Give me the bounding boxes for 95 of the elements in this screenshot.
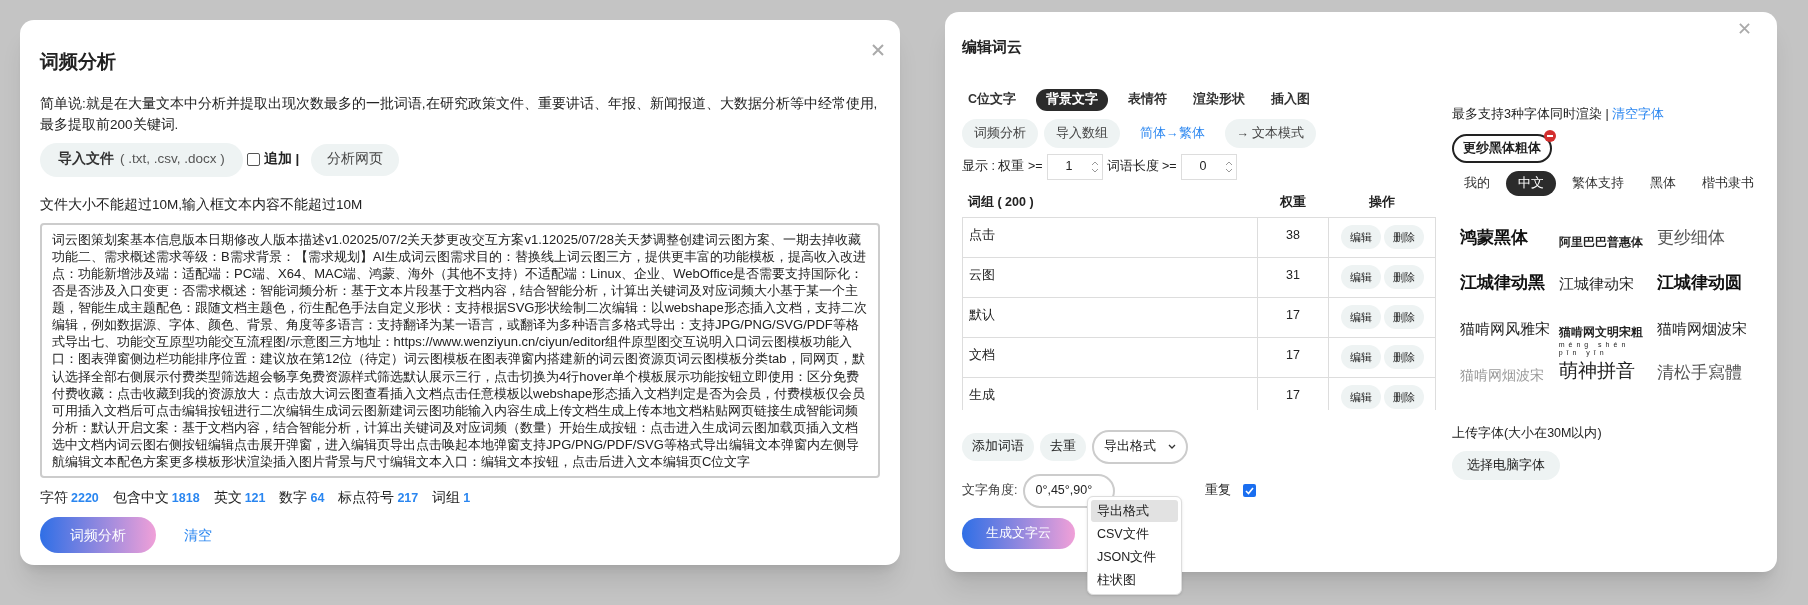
close-icon[interactable] [1739,23,1750,34]
spinner-icon[interactable] [1224,159,1233,174]
append-label: 追加 | [263,150,300,169]
font-category-tab[interactable]: 中文 [1506,170,1556,196]
stat-value: 2220 [71,489,99,507]
weight-number-field[interactable]: 1 [1046,153,1103,180]
checkbox[interactable] [1243,484,1257,497]
table-cell: 默认 [962,297,1257,338]
delete-button[interactable]: 删除 [1383,385,1424,409]
checkbox[interactable] [246,153,260,166]
upload-font-label: 上传字体(大小在30M以内) [1452,424,1603,442]
delete-button[interactable]: 删除 [1383,225,1424,249]
tab[interactable]: 表情符 [1122,88,1174,111]
stat-value: 64 [310,489,325,507]
table-cell: 31 [1257,257,1328,298]
table-cell: 云图 [962,257,1257,298]
font-preview[interactable]: 江城律动宋 [1558,273,1654,296]
choose-font-button[interactable]: 选择电脑字体 [1452,450,1560,480]
length-number-field[interactable]: 0 [1180,153,1237,180]
tab[interactable]: 渲染形状 [1187,88,1252,111]
stat-label: 词组 [432,489,461,508]
export-format-select[interactable]: 导出格式 [1092,429,1188,464]
add-word-button[interactable]: 添加词语 [962,432,1034,461]
font-preview[interactable]: 江城律动圆 [1657,270,1752,296]
stat-value: 1818 [171,489,200,507]
font-preview[interactable]: 更纱细体 [1657,225,1752,251]
font-category-tab[interactable]: 繁体支持 [1562,170,1634,196]
menu-option[interactable]: CSV文件 [1091,523,1178,545]
table-cell: 17 [1257,377,1328,410]
table-cell: 38 [1257,217,1328,258]
clear-fonts-link[interactable]: 清空字体 [1611,105,1664,124]
dialog-title: 编辑词云 [962,37,1023,57]
font-category-tab[interactable]: 黑体 [1640,170,1686,196]
close-icon[interactable] [872,44,884,56]
action-button[interactable]: 导入数组 [1044,118,1120,148]
table-cell: 点击 [962,217,1257,258]
remove-icon[interactable] [1544,129,1556,142]
action-button[interactable]: → 文本模式 [1224,118,1317,148]
stat-label: 包含中文 [112,489,169,508]
delete-button[interactable]: 删除 [1383,305,1424,329]
font-preview[interactable]: 江城律动黑 [1460,270,1555,296]
chevron-down-icon [1168,444,1176,449]
font-preview[interactable]: 猫啃网烟波宋 [1657,318,1752,341]
font-preview[interactable]: 萌神拼音 [1558,357,1654,386]
edit-button[interactable]: 编辑 [1340,345,1381,369]
stat-label: 字符 [40,489,68,508]
delete-button[interactable]: 删除 [1383,345,1424,369]
table-cell: 17 [1257,297,1328,338]
column-header: 操作 [1368,193,1396,211]
spinner-icon[interactable] [1090,159,1099,174]
stat-label: 英文 [213,489,242,508]
size-note: 文件大小不能超过10M,输入框文本内容不能超过10M [40,195,364,214]
checkmark-icon [1245,486,1255,495]
font-preview[interactable]: 猫啃网文明宋粗 [1558,323,1654,341]
length-filter-label: 词语长度 >= [1106,158,1177,176]
font-category-tab[interactable]: 我的 [1454,170,1500,196]
tab[interactable]: C位文字 [962,88,1023,111]
weight-filter-label: 显示 : 权重 >= [962,158,1043,176]
edit-button[interactable]: 编辑 [1340,265,1381,289]
menu-option[interactable]: JSON文件 [1091,546,1178,568]
column-header: 权重 [1278,193,1307,211]
font-category-tab[interactable]: 楷书隶书 [1692,170,1764,196]
font-preview[interactable]: 猫啃网风雅宋 [1460,318,1555,341]
stat-value: 1 [463,489,471,507]
menu-option[interactable]: 导出格式 [1091,500,1178,522]
stat-label: 标点符号 [338,489,395,508]
analyze-webpage-button[interactable]: 分析网页 [311,143,400,176]
angle-label: 文字角度: [962,482,1018,500]
text-input[interactable]: 词云图策划案基本信息版本日期修改人版本描述v1.02025/07/2关天梦更改交互方案v1.12025/07/28关天梦调整创建词云图方案、一期去掉收藏功能二、需求概述需求等级：B需求背景：【需求规划】AI生成词云图需求目的：替换线上词云图三方，提供更丰富的功能模板，提高收入改进点：功能新增涉及端：适配端：PC端、X64、MAC端、鸿蒙、海外（其他不支持）不适配端：Linux、企业、WebOffice是否需要支持国际化：否是否涉及入口变更：否需求概述：智能词频分析：基于文本片段基于文档内容，结合智能分析，计算出关键词及对应词频大小基于某一个主题，智能生成主题配色：跟随文档主题色，衍生配色手法自定义形状：支持根据SVG形状绘制二次编辑：以webshape形态插入文档，支持二次编辑，例如数据源、字体、颜色、背景、角度等多语言：支持翻译为某一语言，或翻译为多种语言多格式导出：支持JPG/PNG/SVG/PDF等格式导出七、功能交互原型功能交互流程图/示意图三方地址：https://www.wenziyun.cn/ciyun/editor组件原型图交互说明入口词云图模板功能入口：图表弹窗侧边栏功能排序位置：建议放在第12位（待定）词云图模板在图表弹窗内搭建新的词云图资源页词云图模板分类tab，同网页，默认选择全部右侧展示付费类型筛选超会畅享免费资源样式筛选默认展示三行，点击切换为4行hover单个模板展示功能按钮立即使用：区分免费付费收藏：点击收藏到我的资源放大：点击放大词云图查看插入文档点击任意模板以webshape形态插入文档判定是否为会员，付费模板仅会员可用插入文档后可点击编辑按钮进行二次编辑生成词云图新建词云图功能输入内容生成上传文档生成上传本地文档粘贴网页链接生成智能词频分析：默认开启文案：基于文档内容，结合智能分析，计算出关键词及对应词频（数量）开始生成按钮：点击进入生成词云图加载页插入文档选中文档内词云图右侧按钮编辑点击展开弹窗，进入编辑页导出点击唤起本地弹窗支持JPG/PNG/PDF/SVG等格式导出编辑文本弹窗内左侧导航编辑文本配色方案更多模板形状渲染插入图片背景与尺寸编辑文本入口：编辑文本按钮，点击后进入文本编辑页C位文字 [40,222,880,479]
font-preview[interactable]: 阿里巴巴普惠体 [1558,233,1654,251]
font-limit-note: 最多支持3种字体同时渲染 | [1452,106,1609,123]
convert-link[interactable]: 简体→繁体 [1126,123,1219,143]
font-preview[interactable]: 鸿蒙黑体 [1460,225,1555,251]
edit-button[interactable]: 编辑 [1340,305,1381,329]
description-text: 简单说:就是在大量文本中分析并提取出现次数最多的一批词语,在研究政策文件、重要讲话、年报、新闻报道、大数据分析等中经常使用,最多提取前200关键词. [40,94,879,134]
table-cell: 文档 [962,337,1257,378]
edit-button[interactable]: 编辑 [1340,385,1381,409]
stat-label: 数字 [279,489,308,508]
column-header: 词组 ( 200 ) [967,193,1035,211]
stat-value: 217 [397,489,419,507]
tab[interactable]: 背景文字 [1036,88,1109,111]
tab[interactable]: 插入图 [1265,88,1317,111]
clear-link[interactable]: 清空 [184,524,212,546]
edit-button[interactable]: 编辑 [1340,225,1381,249]
font-preview[interactable]: 清松手寫體 [1657,360,1752,386]
table-cell: 17 [1257,337,1328,378]
stat-value: 121 [244,489,266,507]
import-file-button[interactable]: 导入文件 ( .txt, .csv, .docx ) [40,142,243,177]
action-button[interactable]: 词频分析 [962,118,1038,148]
menu-option[interactable]: 柱状图 [1091,569,1178,591]
dialog-title: 词频分析 [40,50,116,74]
delete-button[interactable]: 删除 [1383,265,1424,289]
repeat-label: 重复 [1205,482,1232,500]
dedupe-button[interactable]: 去重 [1040,432,1086,461]
table-cell: 生成 [962,377,1257,410]
